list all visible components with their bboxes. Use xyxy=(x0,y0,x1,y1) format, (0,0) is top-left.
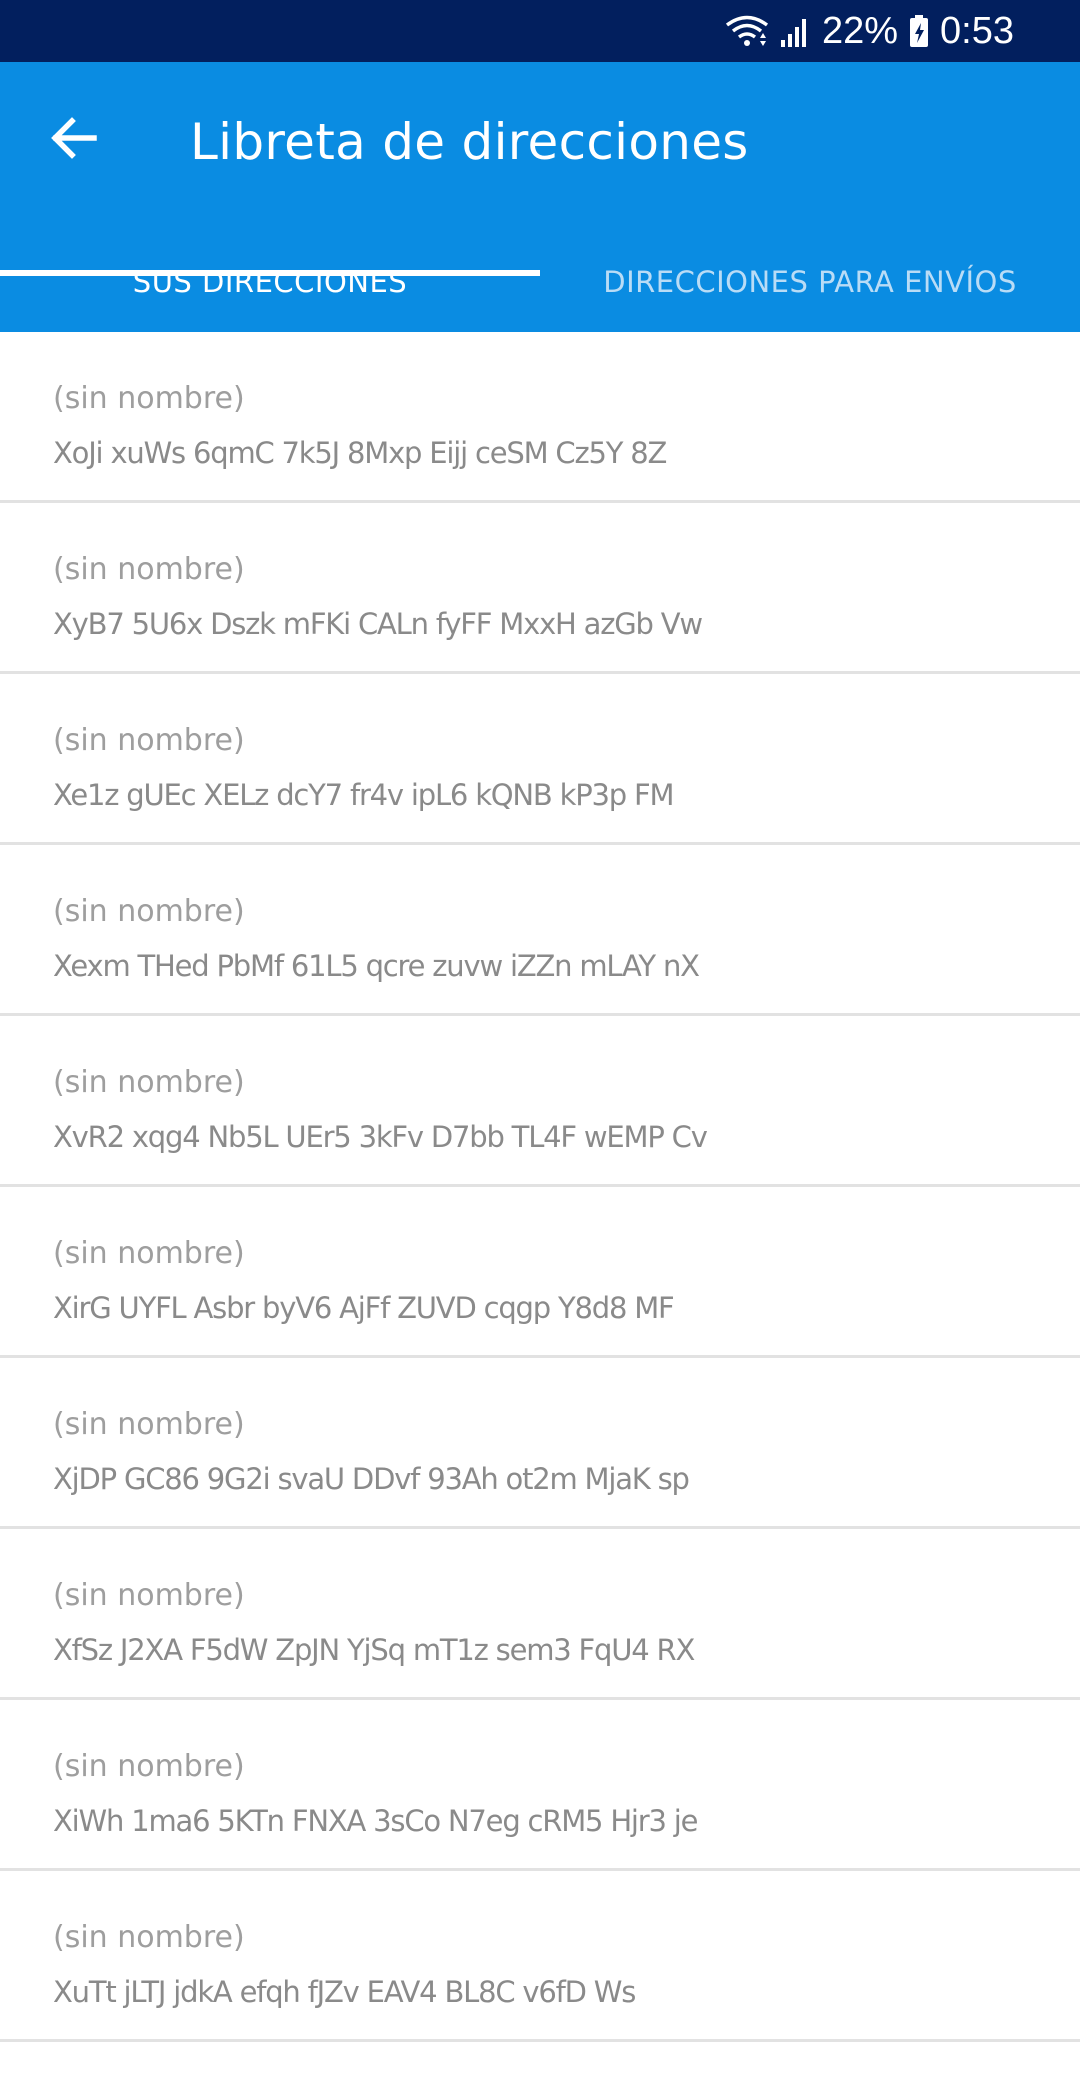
tab-direcciones-para-envios[interactable]: DIRECCIONES PARA ENVÍOS xyxy=(540,232,1080,332)
address-label: (sin nombre) xyxy=(53,723,245,758)
clock: 0:53 xyxy=(940,9,1014,52)
address-label: (sin nombre) xyxy=(53,1065,245,1100)
signal-icon xyxy=(780,14,812,48)
battery-charging-icon xyxy=(908,14,930,48)
address-list: (sin nombre) XoJi xuWs 6qmC 7k5J 8Mxp Ei… xyxy=(0,332,1080,2042)
address-label: (sin nombre) xyxy=(53,894,245,929)
address-value: XjDP GC86 9G2i svaU DDvf 93Ah ot2m MjaK … xyxy=(53,1462,690,1496)
address-label: (sin nombre) xyxy=(53,552,245,587)
address-label: (sin nombre) xyxy=(53,1407,245,1442)
address-label: (sin nombre) xyxy=(53,1920,245,1955)
app-bar: Libreta de direcciones SUS DIRECCIONES D… xyxy=(0,62,1080,332)
address-value: XfSz J2XA F5dW ZpJN YjSq mT1z sem3 FqU4 … xyxy=(53,1633,695,1667)
list-item[interactable]: (sin nombre) Xe1z gUEc XELz dcY7 fr4v ip… xyxy=(0,674,1080,845)
address-value: XuTt jLTJ jdkA efqh fJZv EAV4 BL8C v6fD … xyxy=(53,1975,636,2009)
page-title: Libreta de direcciones xyxy=(190,113,749,171)
address-value: XiWh 1ma6 5KTn FNXA 3sCo N7eg cRM5 Hjr3 … xyxy=(53,1804,698,1838)
address-value: Xexm THed PbMf 61L5 qcre zuvw iZZn mLAY … xyxy=(53,949,700,983)
arrow-left-icon xyxy=(50,116,98,164)
address-value: XvR2 xqg4 Nb5L UEr5 3kFv D7bb TL4F wEMP … xyxy=(53,1120,708,1154)
battery-percent: 22% xyxy=(821,9,899,52)
back-button[interactable] xyxy=(38,104,110,176)
address-label: (sin nombre) xyxy=(53,1749,245,1784)
address-value: XirG UYFL Asbr byV6 AjFf ZUVD cqgp Y8d8 … xyxy=(53,1291,675,1325)
status-bar: 22% 0:53 xyxy=(0,0,1080,62)
list-item[interactable]: (sin nombre) XoJi xuWs 6qmC 7k5J 8Mxp Ei… xyxy=(0,332,1080,503)
list-item[interactable]: (sin nombre) XyB7 5U6x Dszk mFKi CALn fy… xyxy=(0,503,1080,674)
tab-indicator xyxy=(0,270,540,276)
address-value: Xe1z gUEc XELz dcY7 fr4v ipL6 kQNB kP3p … xyxy=(53,778,674,812)
status-icons: 22% 0:53 xyxy=(724,0,1014,62)
tab-bar: SUS DIRECCIONES DIRECCIONES PARA ENVÍOS xyxy=(0,232,1080,332)
list-item[interactable]: (sin nombre) XiWh 1ma6 5KTn FNXA 3sCo N7… xyxy=(0,1700,1080,1871)
tab-sus-direcciones[interactable]: SUS DIRECCIONES xyxy=(0,232,540,332)
list-item[interactable]: (sin nombre) XvR2 xqg4 Nb5L UEr5 3kFv D7… xyxy=(0,1016,1080,1187)
address-label: (sin nombre) xyxy=(53,1236,245,1271)
list-item[interactable]: (sin nombre) XuTt jLTJ jdkA efqh fJZv EA… xyxy=(0,1871,1080,2042)
address-label: (sin nombre) xyxy=(53,1578,245,1613)
wifi-icon xyxy=(724,14,770,48)
address-value: XyB7 5U6x Dszk mFKi CALn fyFF MxxH azGb … xyxy=(53,607,703,641)
list-item[interactable]: (sin nombre) XfSz J2XA F5dW ZpJN YjSq mT… xyxy=(0,1529,1080,1700)
list-item[interactable]: (sin nombre) Xexm THed PbMf 61L5 qcre zu… xyxy=(0,845,1080,1016)
list-item[interactable]: (sin nombre) XjDP GC86 9G2i svaU DDvf 93… xyxy=(0,1358,1080,1529)
address-label: (sin nombre) xyxy=(53,381,245,416)
list-item[interactable]: (sin nombre) XirG UYFL Asbr byV6 AjFf ZU… xyxy=(0,1187,1080,1358)
address-value: XoJi xuWs 6qmC 7k5J 8Mxp Eijj ceSM Cz5Y … xyxy=(53,436,667,470)
